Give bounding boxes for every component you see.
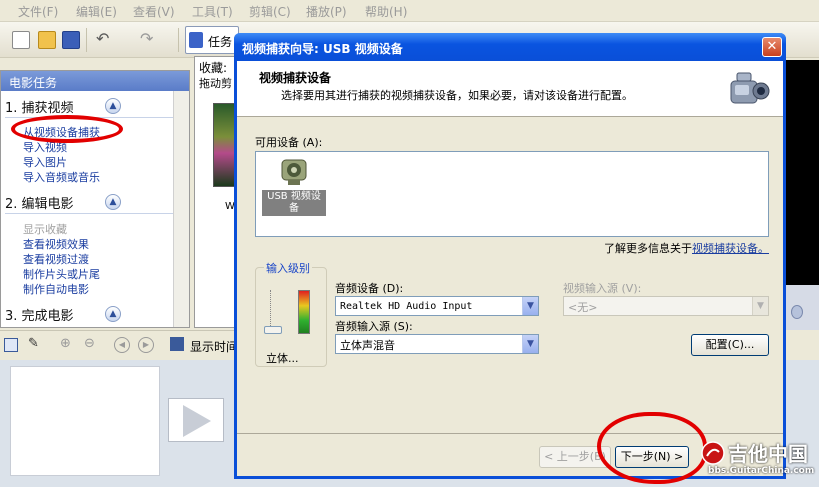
storyboard-cell[interactable] (10, 366, 160, 476)
menu-tools[interactable]: 工具(T) (192, 3, 233, 20)
watermark-brand: 吉他中国 (728, 442, 808, 466)
timeline-toolbar: ✎ ⊕ ⊖ ◀ ▶ 显示时间 (0, 330, 240, 360)
menu-file[interactable]: 文件(F) (18, 3, 58, 20)
dialog-header: 视频捕获设备 选择要用其进行捕获的视频捕获设备，如果必要，请对该设备进行配置。 (237, 61, 783, 117)
play-icon[interactable] (791, 305, 803, 319)
dialog-title: 视频捕获向导: USB 视频设备 (242, 42, 403, 56)
redo-icon[interactable]: ↷ (140, 31, 158, 49)
level-slider-thumb[interactable] (264, 326, 282, 334)
tasks-icon (189, 32, 203, 48)
video-camera-icon (730, 72, 770, 104)
zoom-in-icon[interactable]: ⊕ (60, 337, 74, 351)
collapse-edit-icon[interactable]: ▲ (105, 194, 121, 210)
transition-cell[interactable] (168, 398, 224, 442)
level-meter (298, 290, 310, 334)
available-devices-label: 可用设备 (A): (255, 136, 323, 149)
chevron-down-icon[interactable]: ▼ (752, 297, 768, 315)
storyboard-icon[interactable] (4, 338, 18, 352)
new-file-icon[interactable] (12, 31, 30, 49)
movie-tasks-pane: 电影任务 1. 捕获视频 ▲ 从视频设备捕获 导入视频 导入图片 导入音频或音乐… (0, 70, 190, 328)
link-import-pictures[interactable]: 导入图片 (23, 154, 67, 170)
input-level-group: 输入级别 立体... (255, 260, 327, 367)
audio-device-value: Realtek HD Audio Input (340, 301, 473, 312)
watermark-url: bbs.GuitarChina.com (708, 466, 815, 476)
menu-bar: 文件(F) 编辑(E) 查看(V) 工具(T) 剪辑(C) 播放(P) 帮助(H… (0, 0, 819, 22)
tasks-button[interactable]: 任务 (185, 26, 239, 54)
menu-view[interactable]: 查看(V) (133, 3, 175, 20)
link-show-collections[interactable]: 显示收藏 (23, 221, 67, 237)
learn-more-prefix: 了解更多信息关于 (604, 242, 692, 255)
input-level-value: 立体... (266, 352, 299, 365)
video-source-value: <无> (568, 301, 598, 314)
link-automovie[interactable]: 制作自动电影 (23, 281, 89, 297)
collapse-finish-icon[interactable]: ▲ (105, 306, 121, 322)
chevron-down-icon[interactable]: ▼ (522, 297, 538, 315)
webcam-icon (281, 159, 307, 185)
learn-more-link[interactable]: 视频捕获设备。 (692, 242, 769, 255)
configure-button[interactable]: 配置(C)... (691, 334, 769, 356)
preview-monitor (785, 60, 819, 285)
video-source-label: 视频输入源 (V): (563, 282, 642, 295)
watermark: 吉他中国 bbs.GuitarChina.com (700, 438, 819, 478)
preview-controls (785, 285, 819, 330)
menu-play[interactable]: 播放(P) (306, 3, 347, 20)
play-timeline-icon[interactable]: ▶ (138, 337, 154, 353)
show-timeline-icon[interactable] (170, 337, 184, 351)
audio-source-select[interactable]: 立体声混音 ▼ (335, 334, 539, 354)
rewind-icon[interactable]: ◀ (114, 337, 130, 353)
menu-help[interactable]: 帮助(H) (365, 3, 407, 20)
red-circle-annotation-next (597, 412, 707, 484)
section-edit-movie[interactable]: 2. 编辑电影 (5, 193, 74, 212)
collection-title: 收藏: (199, 61, 228, 75)
section-finish-movie[interactable]: 3. 完成电影 (5, 305, 74, 324)
section-capture-video[interactable]: 1. 捕获视频 (5, 97, 74, 116)
close-icon[interactable]: ✕ (762, 37, 782, 57)
usb-video-device-item[interactable]: USB 视频设备 (262, 154, 326, 218)
dialog-subheading: 选择要用其进行捕获的视频捕获设备，如果必要，请对该设备进行配置。 (281, 89, 633, 102)
chevron-down-icon[interactable]: ▼ (522, 335, 538, 353)
task-pane-scrollbar[interactable] (173, 91, 189, 327)
menu-edit[interactable]: 编辑(E) (76, 3, 117, 20)
audio-device-label: 音频设备 (D): (335, 282, 404, 295)
video-capture-wizard-dialog: 视频捕获向导: USB 视频设备 ✕ 视频捕获设备 选择要用其进行捕获的视频捕获… (234, 33, 786, 479)
guitar-logo-icon (701, 441, 725, 465)
zoom-out-icon[interactable]: ⊖ (84, 337, 98, 351)
video-source-select[interactable]: <无> ▼ (563, 296, 769, 316)
collection-subtitle: 拖动剪 (199, 77, 232, 90)
save-icon[interactable] (62, 31, 80, 49)
undo-icon[interactable]: ↶ (96, 31, 114, 49)
tasks-label: 任务 (208, 35, 233, 49)
input-level-title: 输入级别 (264, 260, 312, 276)
red-circle-annotation (11, 115, 123, 143)
link-view-effects[interactable]: 查看视频效果 (23, 236, 89, 252)
audio-source-value: 立体声混音 (340, 339, 395, 352)
task-pane-header: 电影任务 (1, 71, 189, 91)
audio-device-select[interactable]: Realtek HD Audio Input ▼ (335, 296, 539, 316)
available-devices-list[interactable]: USB 视频设备 (255, 151, 769, 237)
open-folder-icon[interactable] (38, 31, 56, 49)
narrate-icon[interactable]: ✎ (28, 337, 42, 351)
collapse-capture-icon[interactable]: ▲ (105, 98, 121, 114)
menu-clip[interactable]: 剪辑(C) (249, 3, 291, 20)
learn-more-text: 了解更多信息关于视频捕获设备。 (604, 240, 769, 256)
link-view-transitions[interactable]: 查看视频过渡 (23, 251, 89, 267)
audio-source-label: 音频输入源 (S): (335, 320, 413, 333)
dialog-heading: 视频捕获设备 (259, 71, 332, 85)
show-timeline-label[interactable]: 显示时间 (190, 338, 238, 355)
usb-video-device-label: USB 视频设备 (262, 190, 326, 216)
link-import-audio[interactable]: 导入音频或音乐 (23, 169, 100, 185)
link-make-titles[interactable]: 制作片头或片尾 (23, 266, 100, 282)
dialog-title-bar[interactable]: 视频捕获向导: USB 视频设备 ✕ (234, 33, 786, 61)
